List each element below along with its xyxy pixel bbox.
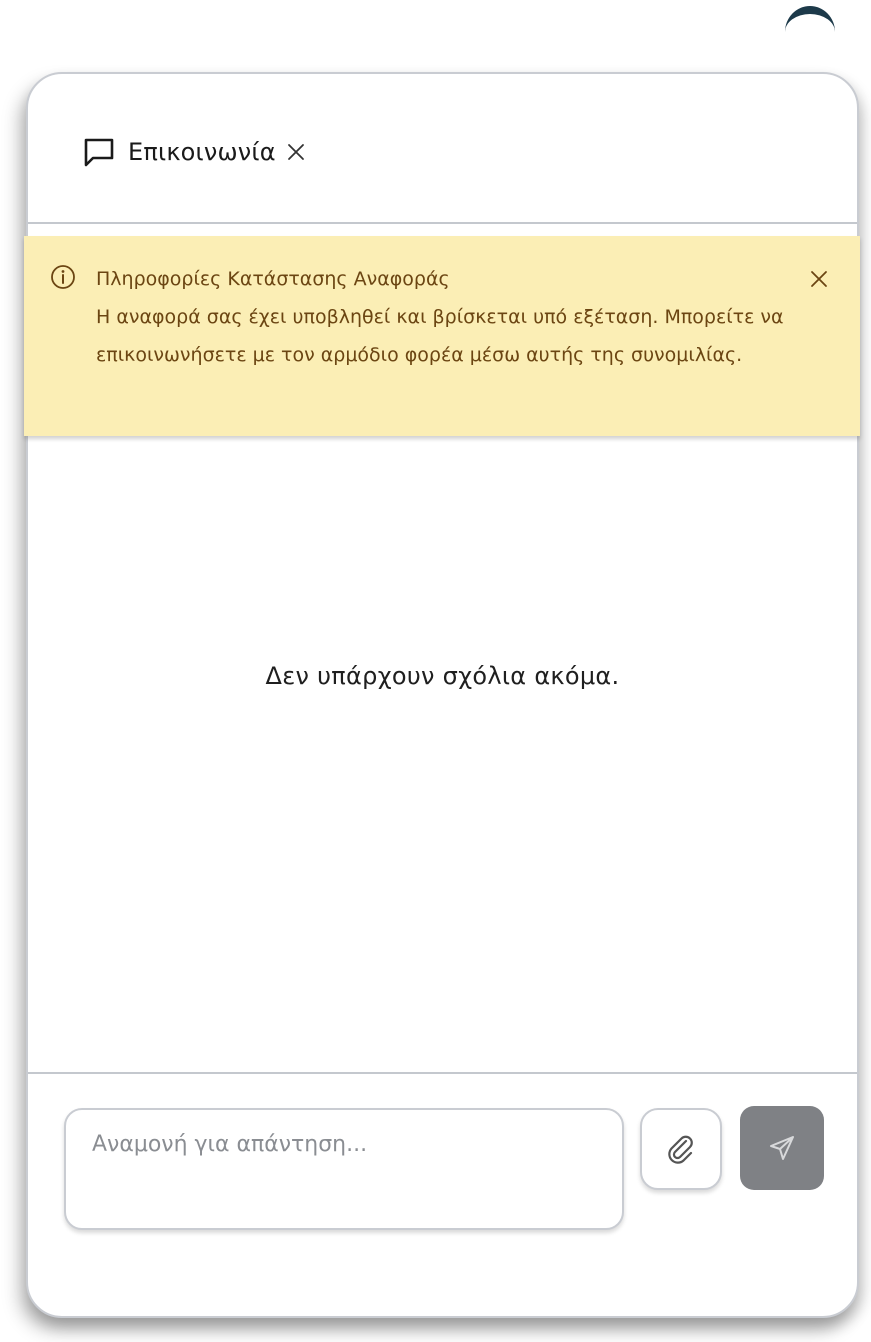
tab-communication[interactable]: Επικοινωνία	[82, 132, 308, 172]
empty-comments-text: Δεν υπάρχουν σχόλια ακόμα.	[265, 662, 620, 690]
attach-button[interactable]	[640, 1108, 722, 1190]
footer-divider	[28, 1072, 857, 1074]
banner-text: Πληροφορίες Κατάστασης Αναφοράς Η αναφορ…	[96, 260, 786, 374]
page: Επικοινωνία Πληροφορίες Κατάστασης Αναφο…	[0, 0, 871, 1342]
info-icon	[51, 265, 75, 289]
send-icon	[770, 1136, 794, 1160]
tab-label: Επικοινωνία	[128, 138, 276, 166]
message-input[interactable]	[64, 1108, 624, 1230]
communication-panel: Επικοινωνία Πληροφορίες Κατάστασης Αναφο…	[24, 72, 860, 1318]
banner-body: Η αναφορά σας έχει υποβληθεί και βρίσκετ…	[96, 306, 784, 366]
background-element	[785, 6, 835, 32]
send-button[interactable]	[740, 1106, 824, 1190]
close-icon[interactable]	[808, 268, 830, 290]
paperclip-icon	[668, 1135, 693, 1164]
panel-header: Επικοινωνία	[28, 74, 857, 224]
chat-bubble-icon	[84, 138, 114, 167]
banner-title: Πληροφορίες Κατάστασης Αναφοράς	[96, 268, 450, 290]
close-icon[interactable]	[284, 140, 308, 164]
status-info-banner: Πληροφορίες Κατάστασης Αναφοράς Η αναφορ…	[24, 236, 860, 436]
